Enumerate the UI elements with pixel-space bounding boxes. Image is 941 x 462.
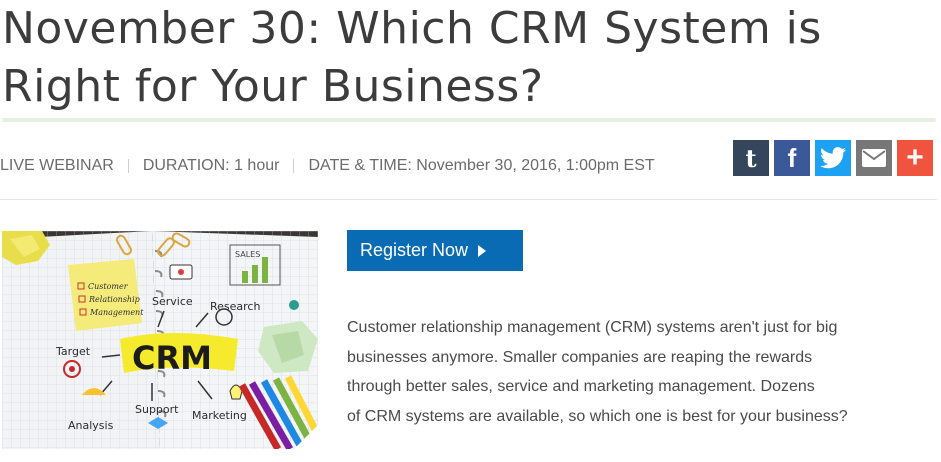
register-label: Register Now <box>360 240 469 260</box>
page-title: November 30: Which CRM System is Right f… <box>2 0 902 116</box>
marketing-label: Marketing <box>192 409 247 422</box>
note-item-management: Management <box>89 308 144 317</box>
crm-notebook-illustration: Customer Relationship Management SALES C… <box>2 231 318 449</box>
register-now-button[interactable]: Register Now <box>347 230 523 271</box>
title-divider <box>2 118 936 122</box>
title-line-2: Right for Your Business? <box>2 61 544 112</box>
share-bar: t f + <box>733 140 933 176</box>
note-item-customer: Customer <box>88 282 129 291</box>
description-line: Customer relationship management (CRM) s… <box>347 319 838 336</box>
webinar-datetime: DATE & TIME: November 30, 2016, 1:00pm E… <box>308 157 655 174</box>
support-label: Support <box>135 403 179 416</box>
target-label: Target <box>55 345 91 358</box>
meta-separator <box>127 159 129 173</box>
caret-right-icon <box>478 244 487 257</box>
twitter-bird-icon <box>820 147 846 169</box>
meta-separator <box>293 159 295 173</box>
analysis-label: Analysis <box>68 419 114 432</box>
facebook-icon: f <box>787 142 797 173</box>
webinar-meta: LIVE WEBINAR DURATION: 1 hour DATE & TIM… <box>0 154 655 178</box>
crm-word: CRM <box>132 339 212 377</box>
webinar-duration: DURATION: 1 hour <box>142 157 280 174</box>
share-email-button[interactable] <box>856 140 892 176</box>
description-line: of CRM systems are available, so which o… <box>347 407 848 425</box>
plus-icon: + <box>906 141 924 174</box>
title-line-1: November 30: Which CRM System is <box>2 3 822 54</box>
description-line: businesses anymore. Smaller companies ar… <box>347 348 813 366</box>
webinar-description: Customer relationship management (CRM) s… <box>347 313 907 431</box>
envelope-icon <box>862 149 886 167</box>
description-line: through better sales, service and market… <box>347 378 815 395</box>
service-label: Service <box>152 295 193 308</box>
share-tumblr-button[interactable]: t <box>733 140 769 176</box>
share-facebook-button[interactable]: f <box>774 140 810 176</box>
sales-label: SALES <box>235 250 260 259</box>
meta-divider <box>0 199 937 200</box>
share-twitter-button[interactable] <box>815 140 851 176</box>
tumblr-icon: t <box>745 143 757 173</box>
webinar-type: LIVE WEBINAR <box>0 157 114 174</box>
hero-image: Customer Relationship Management SALES C… <box>2 231 318 449</box>
share-more-button[interactable]: + <box>897 140 933 176</box>
research-label: Research <box>210 300 260 313</box>
note-item-relationship: Relationship <box>88 295 140 304</box>
